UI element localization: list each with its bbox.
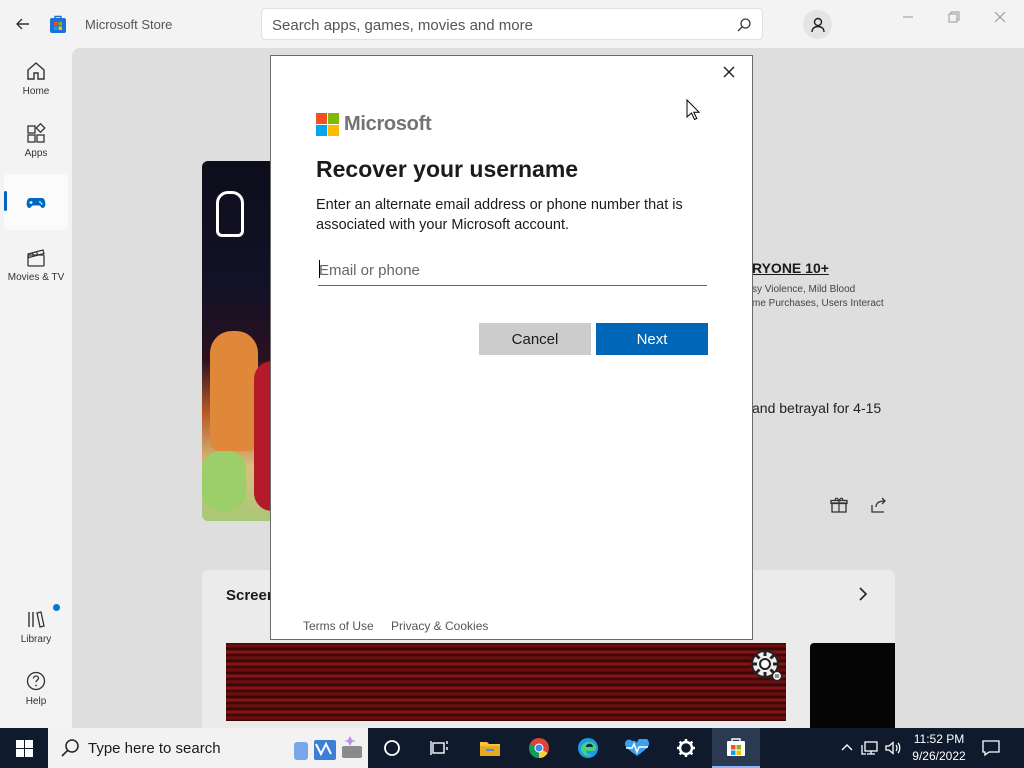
store-logo-icon [50,15,66,33]
text-caret [319,260,320,278]
sidebar-item-label: Home [22,86,50,97]
home-icon [27,62,45,80]
taskbar-search-box[interactable]: Type here to search [48,728,368,768]
microsoft-logo-icon [316,113,340,137]
sidebar-item-label: Library [20,634,52,645]
close-icon [994,11,1006,23]
title-bar: Microsoft Store Search apps, games, movi… [0,0,1024,48]
settings-gear-icon [751,650,783,682]
minimize-icon [903,16,913,18]
sidebar-item-label: Help [25,696,47,707]
restore-button[interactable] [944,8,964,26]
gaming-icon [26,198,46,208]
taskbar-edge[interactable] [564,728,612,768]
library-update-badge [53,604,60,611]
health-icon [624,739,650,756]
search-placeholder: Search apps, games, movies and more [272,17,533,34]
age-rating[interactable]: RYONE 10+ [752,260,829,276]
sidebar-item-help[interactable]: Help [0,670,72,707]
close-window-button[interactable] [990,8,1010,26]
back-button[interactable] [12,13,34,35]
taskbar-search-text: Type here to search [88,740,221,757]
chrome-icon [529,738,549,759]
sidebar-item-label: Movies & TV [7,272,65,283]
sidebar-item-movies[interactable]: Movies & TV [0,246,72,283]
movies-icon [27,249,45,267]
account-button[interactable] [803,10,832,39]
sidebar-item-home[interactable]: Home [0,60,72,97]
cortana-icon [384,740,400,756]
start-button[interactable] [0,728,48,768]
taskbar-file-explorer[interactable] [466,728,514,768]
taskbar-settings[interactable] [662,728,710,768]
terms-of-use-link[interactable]: Terms of Use [303,619,374,633]
screenshots-title: Screen [226,587,277,604]
next-button[interactable]: Next [596,323,708,355]
taskbar-cortana[interactable] [368,728,416,768]
dialog-title: Recover your username [316,156,579,182]
volume-icon[interactable] [884,739,902,757]
screenshot-thumbnail[interactable] [810,643,895,728]
network-icon[interactable] [861,739,879,757]
file-explorer-icon [480,742,500,756]
taskbar-chrome[interactable] [515,728,563,768]
chevron-right-icon[interactable] [855,585,871,603]
windows-logo-icon [15,739,33,757]
microsoft-brand-text: Microsoft [344,113,432,135]
screenshot-thumbnail[interactable] [226,643,786,721]
user-icon [810,17,825,32]
rating-descriptors: sy Violence, Mild Blood me Purchases, Us… [752,284,884,309]
notifications-icon[interactable] [982,739,1000,757]
apps-icon [27,122,46,143]
store-search-input[interactable]: Search apps, games, movies and more [261,8,763,40]
restore-icon [948,11,960,23]
privacy-cookies-link[interactable]: Privacy & Cookies [391,619,488,633]
game-description: and betrayal for 4-15 [752,400,882,416]
sidebar-item-apps[interactable]: Apps [0,122,72,159]
store-icon [727,738,745,756]
edge-icon [578,738,598,758]
email-or-phone-input[interactable] [318,255,707,286]
share-icon[interactable] [870,496,888,514]
dialog-description: Enter an alternate email address or phon… [316,197,683,233]
search-highlight-illustration-icon [294,736,362,760]
tray-chevron-up-icon[interactable] [838,739,856,757]
sidebar-item-library[interactable]: Library [0,608,72,645]
recover-username-dialog: Microsoft Recover your username Enter an… [270,55,753,640]
taskbar-clock[interactable]: 11:52 PM 9/26/2022 [906,731,972,765]
taskbar: Type here to search 11:52 PM 9/26/2022 [0,728,1024,768]
search-icon [61,739,79,757]
settings-icon [677,739,695,757]
task-view-icon [430,741,448,755]
close-dialog-icon[interactable] [721,64,737,80]
clock-date: 9/26/2022 [912,749,966,763]
clock-time: 11:52 PM [913,732,965,746]
app-title: Microsoft Store [85,17,173,32]
back-arrow-icon [16,18,29,30]
mouse-cursor-icon [686,99,700,121]
help-icon [26,671,46,691]
taskbar-health-app[interactable] [613,728,661,768]
gift-icon[interactable] [830,496,848,514]
taskbar-store[interactable] [712,728,760,768]
library-icon [28,611,45,628]
sidebar-item-label: Apps [24,148,48,159]
minimize-button[interactable] [898,8,918,26]
cancel-button[interactable]: Cancel [479,323,591,355]
search-icon[interactable] [736,17,752,33]
taskbar-task-view[interactable] [416,728,464,768]
sidebar-item-gaming[interactable] [0,191,72,217]
